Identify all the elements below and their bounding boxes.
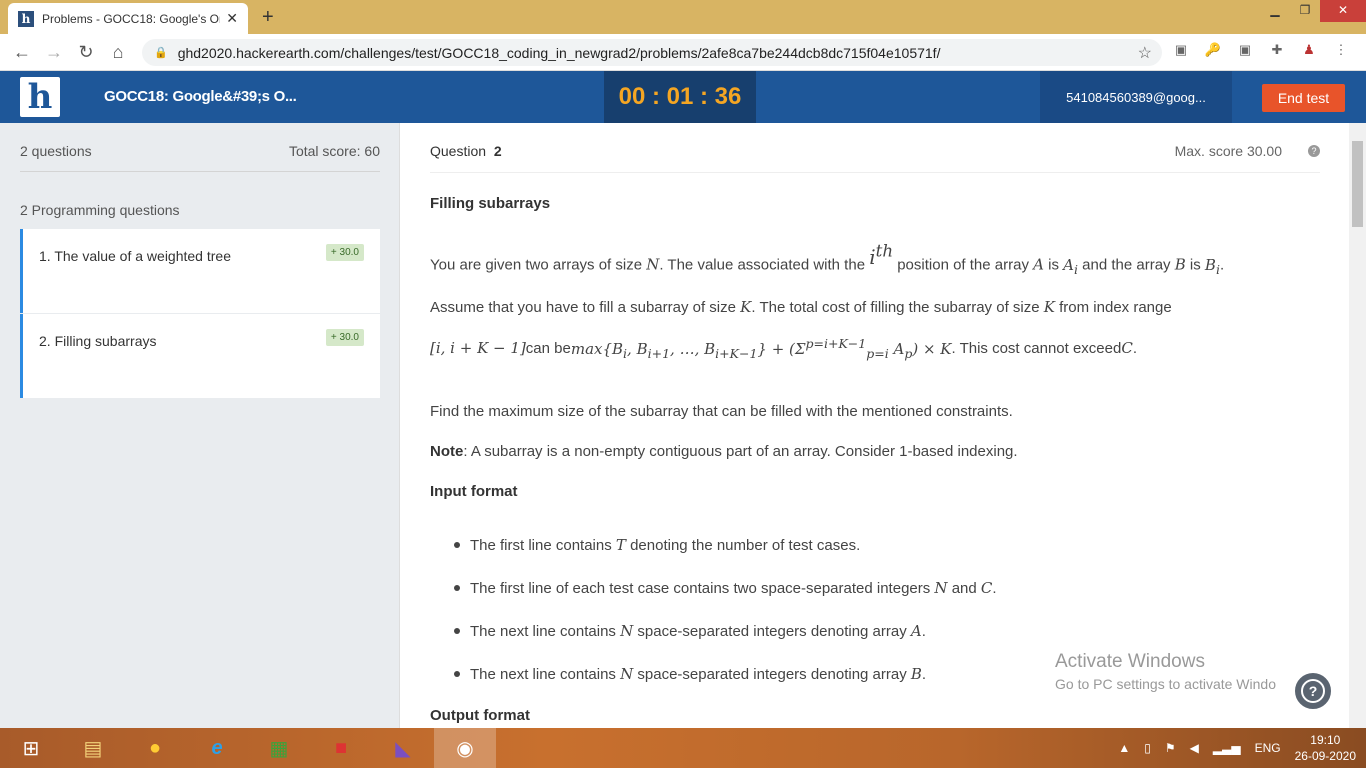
user-email[interactable]: 541084560389@goog...	[1040, 71, 1232, 123]
score-badge: + 30.0	[325, 244, 364, 261]
close-window-icon[interactable]: ✕	[1320, 0, 1366, 22]
language-indicator[interactable]: ENG	[1255, 741, 1281, 755]
reload-icon[interactable]: ↻	[70, 42, 102, 63]
bullet-icon	[454, 585, 460, 591]
new-tab-icon[interactable]: +	[262, 6, 274, 29]
problem-title: Filling subarrays	[430, 195, 551, 212]
volume-icon[interactable]: ◀	[1190, 741, 1199, 755]
scrollbar-thumb[interactable]	[1352, 141, 1363, 227]
list-item: The first line of each test case contain…	[470, 579, 997, 597]
url-text: ghd2020.hackerearth.com/challenges/test/…	[177, 44, 941, 61]
question-number: Question 2	[430, 143, 502, 159]
test-header: h GOCC18: Google&#39;s O... 00 : 01 : 36…	[0, 71, 1366, 123]
bookmark-star-icon[interactable]: ☆	[1138, 43, 1152, 63]
question-label: 2. Filling subarrays	[39, 333, 157, 349]
flag-icon[interactable]: ⚑	[1165, 741, 1176, 755]
home-icon[interactable]: ⌂	[102, 42, 134, 63]
note: Note: A subarray is a non-empty contiguo…	[430, 443, 1018, 460]
visual-studio-icon[interactable]: ◣	[372, 728, 434, 768]
system-tray: ▲ ▯ ⚑ ◀ ▂▃▅ ENG 19:10 26-09-2020	[1118, 728, 1356, 768]
bullet-icon	[454, 628, 460, 634]
countdown-timer: 00 : 01 : 36	[604, 71, 756, 123]
back-icon[interactable]: ←	[6, 42, 38, 63]
extension-icon[interactable]: ▣	[1170, 42, 1192, 62]
close-tab-icon[interactable]: ✕	[226, 10, 238, 27]
question-category: 2 Programming questions	[20, 202, 180, 218]
app-icon[interactable]: ●	[124, 728, 186, 768]
browser-toolbar: ← → ↻ ⌂ 🔒 ghd2020.hackerearth.com/challe…	[0, 34, 1366, 71]
chrome-icon[interactable]: ◉	[434, 728, 496, 768]
question-label: 1. The value of a weighted tree	[39, 248, 231, 264]
internet-explorer-icon[interactable]: e	[186, 728, 248, 768]
file-explorer-icon[interactable]: ▤	[62, 728, 124, 768]
browser-tab[interactable]: h Problems - GOCC18: Google's Or ✕	[8, 3, 248, 34]
paragraph-2: Assume that you have to fill a subarray …	[430, 298, 1172, 316]
question-mark-icon: ?	[1301, 679, 1325, 703]
hackerearth-favicon-icon: h	[18, 10, 34, 27]
clock[interactable]: 19:10 26-09-2020	[1295, 732, 1356, 764]
restore-icon[interactable]: ❐	[1290, 0, 1320, 22]
activate-windows-watermark: Activate Windows Go to PC settings to ac…	[1055, 651, 1276, 692]
total-score: Total score: 60	[288, 143, 380, 159]
problem-panel: Question 2 Max. score 30.00 ? Filling su…	[400, 123, 1349, 728]
minimize-icon[interactable]: ▁	[1260, 0, 1290, 22]
store-icon[interactable]: ▦	[248, 728, 310, 768]
question-sidebar: 2 questions Total score: 60 2 Programmin…	[0, 123, 400, 728]
lock-icon: 🔒	[154, 47, 168, 59]
tab-title: Problems - GOCC18: Google's Or	[42, 11, 221, 26]
sidebar-item-question-2[interactable]: 2. Filling subarrays + 30.0	[20, 314, 380, 398]
profile-icon[interactable]: ♟	[1298, 42, 1320, 62]
output-format-heading: Output format	[430, 707, 530, 724]
help-button[interactable]: ?	[1293, 671, 1333, 711]
extension-icon[interactable]: ▣	[1234, 42, 1256, 62]
list-item: The next line contains N space-separated…	[470, 622, 926, 640]
network-icon[interactable]: ▂▃▅	[1213, 741, 1241, 755]
bullet-icon	[454, 671, 460, 677]
input-format-heading: Input format	[430, 483, 518, 500]
question-header: Question 2 Max. score 30.00 ?	[430, 143, 1320, 173]
list-item: The first line contains T denoting the n…	[470, 536, 861, 554]
bullet-icon	[454, 542, 460, 548]
hackerearth-logo[interactable]: h	[20, 77, 60, 117]
test-title: GOCC18: Google&#39;s O...	[104, 88, 297, 105]
battery-icon[interactable]: ▯	[1144, 741, 1151, 755]
key-extension-icon[interactable]: 🔑	[1202, 42, 1224, 62]
sidebar-item-question-1[interactable]: 1. The value of a weighted tree + 30.0	[20, 229, 380, 313]
max-score: Max. score 30.00	[1174, 143, 1282, 159]
window-controls: ▁ ❐ ✕	[1260, 0, 1366, 22]
browser-tab-strip: h Problems - GOCC18: Google's Or ✕ + ▁ ❐…	[0, 0, 1366, 34]
questions-count: 2 questions	[20, 143, 92, 159]
list-item: The next line contains N space-separated…	[470, 665, 927, 683]
windows-start-icon[interactable]: ⊞	[0, 728, 62, 768]
app-icon[interactable]: ■	[310, 728, 372, 768]
extensions-area: ▣ 🔑 ▣ ✚ ♟ ⋮	[1170, 42, 1352, 62]
score-badge: + 30.0	[325, 329, 364, 346]
paragraph-3: [i, i + K − 1] can be max{Bi, Bi+1, …, B…	[430, 335, 1137, 361]
paragraph-4: Find the maximum size of the subarray th…	[430, 403, 1013, 420]
tray-arrow-icon[interactable]: ▲	[1118, 741, 1130, 755]
forward-icon[interactable]: →	[38, 42, 70, 63]
sidebar-summary: 2 questions Total score: 60	[20, 143, 380, 172]
puzzle-icon[interactable]: ✚	[1266, 42, 1288, 62]
address-bar[interactable]: 🔒 ghd2020.hackerearth.com/challenges/tes…	[142, 39, 1162, 66]
help-icon[interactable]: ?	[1308, 145, 1320, 157]
page-scrollbar[interactable]	[1349, 123, 1366, 728]
windows-taskbar: ⊞ ▤ ● e ▦ ■ ◣ ◉ ▲ ▯ ⚑ ◀ ▂▃▅ ENG 19:10 26…	[0, 728, 1366, 768]
end-test-button[interactable]: End test	[1262, 84, 1345, 112]
paragraph-1: You are given two arrays of size N. The …	[430, 241, 1225, 277]
menu-icon[interactable]: ⋮	[1330, 42, 1352, 62]
